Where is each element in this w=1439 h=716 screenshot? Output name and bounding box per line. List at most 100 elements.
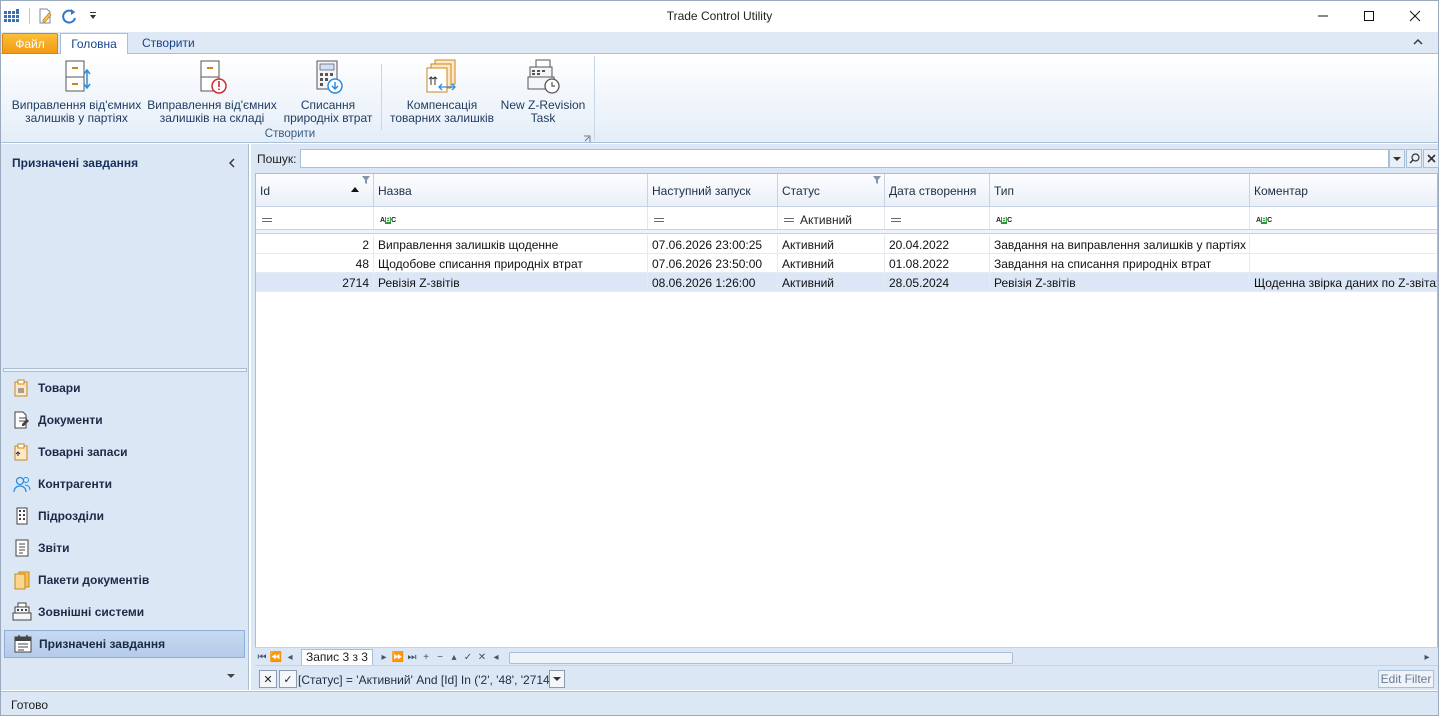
minimize-button[interactable] [1300,1,1346,31]
scrollbar-thumb[interactable] [509,652,1013,664]
ribbon-group-label: Створити [264,128,316,140]
stock-compensation-button[interactable]: Компенсація товарних залишків [389,56,495,128]
nav-item-contractors[interactable]: Контрагенти [4,470,245,498]
nav-item-label: Контрагенти [38,477,112,491]
save-record-icon[interactable]: ✓ [461,650,475,664]
filter-cell-next-run[interactable] [648,207,778,229]
enable-filter-checkbox[interactable]: ✓ [279,670,297,688]
nav-overflow-icon[interactable] [227,671,235,682]
column-header-label: Id [260,184,271,198]
tab-create[interactable]: Створити [132,33,204,54]
prev-record-icon[interactable]: ◂ [283,650,297,664]
cell-type: Ревізія Z-звітів [990,273,1250,292]
filter-cell-name[interactable]: ABC [374,207,648,229]
column-filter-icon[interactable] [362,176,370,184]
cancel-edit-icon[interactable]: ✕ [475,650,489,664]
nav-item-goods[interactable]: Товари [4,374,245,402]
collapse-pane-icon[interactable] [228,156,236,171]
cell-id: 48 [256,254,374,273]
table-row[interactable]: 48 Щодобове списання природніх втрат 07.… [256,254,1437,273]
column-header-label: Тип [994,184,1015,198]
clear-search-icon[interactable] [1423,149,1439,168]
nav-item-label: Документи [38,413,103,427]
tab-file[interactable]: Файл [2,33,58,54]
table-row-selected[interactable]: 2714 Ревізія Z-звітів 08.06.2026 1:26:00… [256,273,1437,292]
new-z-revision-task-button[interactable]: New Z-Revision Task [499,56,587,128]
collapse-ribbon-icon[interactable] [1412,36,1424,48]
ribbon-group-create: Виправлення від'ємних залишків у партіях … [5,56,595,142]
filter-cell-created[interactable] [885,207,990,229]
status-bar: Готово [1,691,1438,715]
cell-comment [1250,254,1437,273]
scroll-left-icon[interactable]: ◂ [489,650,503,664]
z-revision-label-1: New Z-Revision [500,98,586,112]
prev-page-icon[interactable]: ⏪ [269,650,283,664]
nav-item-documents[interactable]: Документи [4,406,245,434]
delete-record-icon[interactable]: − [433,650,447,664]
search-icon[interactable] [1406,149,1422,168]
natural-loss-writeoff-button[interactable]: Списання природніх втрат [282,56,374,128]
column-header-comment[interactable]: Коментар [1250,174,1437,207]
edit-record-icon[interactable]: ▴ [447,650,461,664]
navigation-splitter[interactable] [3,368,247,372]
edit-filter-button[interactable]: Edit Filter [1378,670,1434,688]
group-dialog-launcher-icon[interactable] [583,132,591,142]
fix-warehouse-label-1: Виправлення від'ємних [147,98,277,112]
ribbon-tab-bar: Файл Головна Створити [1,32,1438,55]
filter-cell-id[interactable] [256,207,374,229]
nav-item-reports[interactable]: Звіти [4,534,245,562]
column-header-created[interactable]: Дата створення [885,174,990,207]
first-record-icon[interactable]: ⏮ [255,650,269,664]
scroll-right-icon[interactable]: ▸ [1420,650,1434,664]
horizontal-scrollbar[interactable] [505,651,1425,664]
add-record-icon[interactable]: + [419,650,433,664]
navigation-header-title: Призначені завдання [12,156,139,170]
sort-ascending-icon [351,187,359,192]
fix-warehouse-label-2: залишків на складі [159,111,265,125]
contractors-icon [13,476,31,493]
text-filter-icon: ABC [996,216,1012,224]
text-filter-icon: ABC [380,216,396,224]
filter-cell-comment[interactable]: ABC [1250,207,1437,229]
navigation-pane: Призначені завдання Товари Документи Тов… [1,144,249,690]
filter-cell-status[interactable]: Активний [778,207,885,229]
column-header-status[interactable]: Статус [778,174,885,207]
nav-item-stock[interactable]: Товарні запаси [4,438,245,466]
column-header-next-run[interactable]: Наступний запуск [648,174,778,207]
fix-negative-batches-button[interactable]: Виправлення від'ємних залишків у партіях [9,56,144,128]
fix-batches-label-2: залишків у партіях [25,111,128,125]
column-header-id[interactable]: Id [256,174,374,207]
column-header-name[interactable]: Назва [374,174,648,207]
stock-icon [14,443,28,461]
next-page-icon[interactable]: ⏩ [391,650,405,664]
equals-icon [262,218,272,222]
column-header-type[interactable]: Тип [990,174,1250,207]
cell-name: Виправлення залишків щоденне [374,235,648,254]
column-filter-icon[interactable] [873,176,881,184]
next-record-icon[interactable]: ▸ [377,650,391,664]
column-header-label: Статус [782,184,820,198]
nav-item-external-systems[interactable]: Зовнішні системи [4,598,245,626]
close-button[interactable] [1392,1,1438,31]
nav-item-departments[interactable]: Підрозділи [4,502,245,530]
cell-created: 01.08.2022 [885,254,990,273]
ribbon-separator [381,64,382,130]
ribbon-panel: Виправлення від'ємних залишків у партіях … [1,54,1438,143]
search-input[interactable] [300,149,1389,168]
nav-item-assigned-tasks[interactable]: Призначені завдання [4,630,245,658]
clear-filter-button[interactable]: ✕ [259,670,277,688]
window-controls [1300,1,1438,31]
nav-item-doc-packages[interactable]: Пакети документів [4,566,245,594]
fix-negative-warehouse-button[interactable]: Виправлення від'ємних залишків на складі [147,56,277,128]
window-title: Trade Control Utility [666,9,773,23]
column-header-label: Дата створення [889,184,977,198]
search-dropdown-button[interactable] [1389,149,1405,168]
tab-home[interactable]: Головна [60,33,128,55]
last-record-icon[interactable]: ⏭ [405,650,419,664]
filter-mru-dropdown[interactable] [549,670,565,688]
table-row[interactable]: 2 Виправлення залишків щоденне 07.06.202… [256,235,1437,254]
filter-cell-type[interactable]: ABC [990,207,1250,229]
maximize-button[interactable] [1346,1,1392,31]
goods-icon [14,379,28,397]
z-revision-label-2: Task [530,111,556,125]
